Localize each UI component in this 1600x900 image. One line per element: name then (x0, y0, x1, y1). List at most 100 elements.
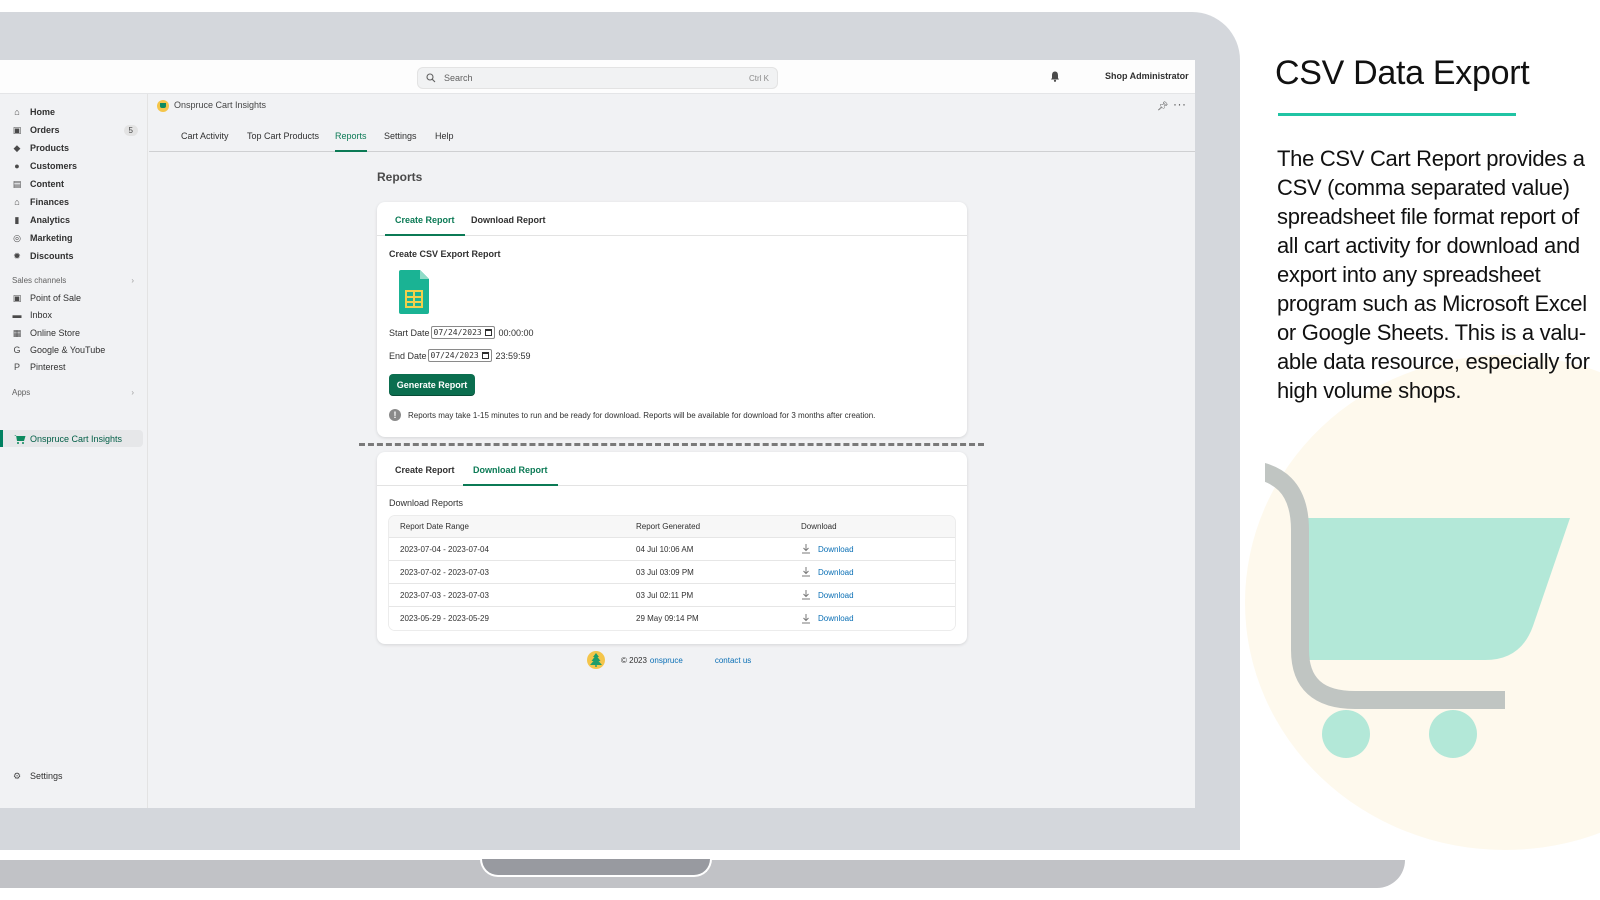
pin-icon[interactable]: 📌︎ (1157, 101, 1168, 112)
sidebar-item-customers[interactable]: ● Customers (12, 158, 138, 174)
start-date-input[interactable]: 07/24/2023 (430, 326, 495, 339)
store-icon: ▦ (12, 327, 22, 338)
table-row: 2023-07-04 - 2023-07-04 04 Jul 10:06 AM … (389, 538, 955, 561)
tab-download-report[interactable]: Download Report (463, 465, 558, 486)
page-title: Reports (377, 170, 423, 184)
sidebar-item-orders[interactable]: ▣ Orders 5 (12, 122, 138, 138)
bar-chart-icon: ▮ (14, 214, 20, 225)
discount-icon: ✹ (13, 250, 21, 261)
table-row: 2023-07-02 - 2023-07-03 03 Jul 03:09 PM … (389, 561, 955, 584)
tab-create-report[interactable]: Create Report (385, 215, 465, 236)
sidebar-item-online-store[interactable]: ▦ Online Store (12, 325, 138, 341)
download-link[interactable]: Download (799, 567, 955, 577)
cart-basket (1300, 518, 1570, 660)
download-link[interactable]: Download (799, 613, 955, 624)
google-icon: G (13, 345, 21, 355)
notice-text: Reports may take 1-15 minutes to run and… (408, 410, 876, 420)
date-range-cell: 2023-07-04 - 2023-07-04 (400, 544, 489, 554)
sidebar-item-onspruce-cart-insights[interactable]: Onspruce Cart Insights (0, 430, 143, 447)
section-title: Create CSV Export Report (389, 249, 501, 259)
tab-top-cart-products[interactable]: Top Cart Products (247, 131, 319, 152)
app-tabs: Cart Activity Top Cart Products Reports … (149, 118, 1195, 152)
tab-settings[interactable]: Settings (384, 131, 417, 152)
date-range-cell: 2023-07-03 - 2023-07-03 (400, 590, 489, 600)
start-date-row: Start Date 07/24/2023 00:00:00 (389, 326, 534, 339)
top-bar: Search Ctrl K Shop Administrator (0, 60, 1195, 94)
download-report-card: Create Report Download Report Download R… (377, 452, 967, 644)
more-options-icon[interactable]: ··· (1173, 97, 1187, 111)
tab-download-report[interactable]: Download Report (461, 215, 556, 236)
contact-us-link[interactable]: contact us (715, 656, 751, 665)
orders-icon: ▣ (12, 124, 22, 135)
sidebar-item-marketing[interactable]: ◎ Marketing (12, 230, 138, 246)
sidebar-item-inbox[interactable]: ▬ Inbox (12, 307, 138, 323)
tab-cart-activity[interactable]: Cart Activity (181, 131, 229, 152)
section-divider (359, 443, 984, 446)
tab-help[interactable]: Help (435, 131, 454, 152)
spreadsheet-icon (399, 270, 429, 314)
sidebar-item-point-of-sale[interactable]: ▣ Point of Sale (12, 290, 138, 306)
search-input[interactable]: Search Ctrl K (417, 67, 778, 89)
tab-create-report[interactable]: Create Report (385, 465, 465, 486)
column-header[interactable]: Report Date Range (389, 522, 625, 531)
column-header[interactable]: Report Generated (625, 522, 799, 531)
marketing-description: The CSV Cart Report provides a CSV (comm… (1277, 146, 1590, 403)
tab-reports[interactable]: Reports (335, 131, 367, 152)
target-icon: ◎ (13, 232, 21, 243)
chevron-right-icon: › (131, 276, 134, 285)
sidebar-item-settings[interactable]: ⚙ Settings (12, 768, 138, 784)
title-underline (1278, 113, 1516, 116)
generate-report-button[interactable]: Generate Report (389, 374, 475, 396)
app-logo-icon (157, 100, 169, 112)
app-header: Onspruce Cart Insights 📌︎ ··· (149, 94, 1195, 118)
end-date-label: End Date (389, 350, 427, 361)
apps-header[interactable]: Apps › (12, 388, 134, 397)
date-range-cell: 2023-07-02 - 2023-07-03 (400, 567, 489, 577)
download-link[interactable]: Download (799, 544, 955, 554)
column-header[interactable]: Download (799, 522, 955, 531)
search-shortcut: Ctrl K (749, 73, 769, 83)
brand-link[interactable]: onspruce (650, 656, 683, 665)
download-icon (802, 567, 810, 577)
sidebar-item-google-youtube[interactable]: G Google & YouTube (12, 342, 138, 358)
download-icon (802, 590, 810, 600)
generated-cell: 03 Jul 03:09 PM (636, 567, 694, 577)
download-card-tabs: Create Report Download Report (377, 452, 967, 486)
create-card-tabs: Create Report Download Report (377, 202, 967, 236)
start-date-label: Start Date (389, 327, 430, 338)
sidebar-item-finances[interactable]: ⌂ Finances (12, 194, 138, 210)
copyright-text: © 2023 (621, 655, 647, 665)
table-row: 2023-05-29 - 2023-05-29 29 May 09:14 PM … (389, 607, 955, 630)
sidebar-item-discounts[interactable]: ✹ Discounts (12, 248, 138, 264)
tag-icon: ◆ (13, 142, 21, 153)
end-time: 23:59:59 (495, 350, 531, 361)
gear-icon: ⚙ (12, 770, 22, 781)
bell-icon[interactable] (1050, 71, 1060, 82)
section-title: Download Reports (389, 498, 464, 508)
info-notice: ! Reports may take 1-15 minutes to run a… (389, 409, 875, 421)
sidebar-item-analytics[interactable]: ▮ Analytics (12, 212, 138, 228)
sidebar-item-content[interactable]: ▤ Content (12, 176, 138, 192)
marketing-title: CSV Data Export (1275, 54, 1530, 92)
sidebar-item-home[interactable]: ⌂ Home (12, 104, 138, 120)
user-menu[interactable]: Shop Administrator (1105, 71, 1189, 81)
sales-channels-header[interactable]: Sales channels › (12, 276, 134, 285)
pinterest-icon: P (13, 362, 20, 372)
calendar-icon[interactable] (484, 329, 492, 336)
orders-count-badge: 5 (123, 124, 138, 136)
end-date-input[interactable]: 07/24/2023 (427, 349, 492, 362)
app-name: Onspruce Cart Insights (174, 100, 267, 110)
download-link[interactable]: Download (799, 590, 955, 600)
generated-cell: 04 Jul 10:06 AM (636, 544, 694, 554)
download-icon (802, 613, 810, 623)
sidebar-item-products[interactable]: ◆ Products (12, 140, 138, 156)
cart-wheel-left (1322, 710, 1370, 758)
sidebar: ⌂ Home ▣ Orders 5 ◆ Products ● Customers ▤ Con… (0, 94, 148, 808)
sidebar-item-pinterest[interactable]: P Pinterest (12, 359, 138, 375)
footer: © 2023 onspruce contact us (587, 651, 751, 669)
calendar-icon[interactable] (481, 352, 489, 359)
spruce-tree-icon (587, 651, 605, 669)
bank-icon: ⌂ (14, 197, 20, 207)
info-icon: ! (389, 409, 401, 421)
table-header: Report Date Range Report Generated Downl… (389, 516, 955, 538)
